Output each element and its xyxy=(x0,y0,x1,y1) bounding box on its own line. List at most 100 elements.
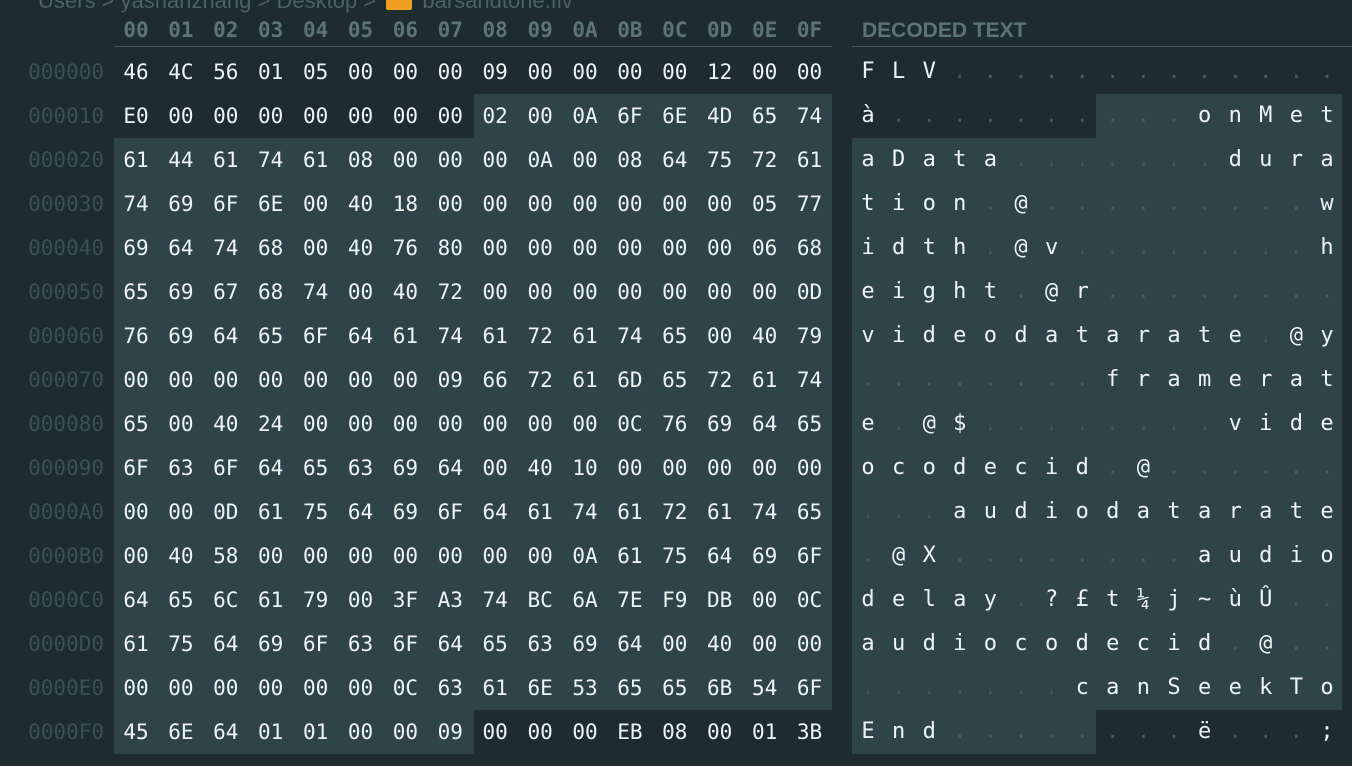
decoded-char[interactable]: c xyxy=(1006,455,1036,480)
decoded-char[interactable]: . xyxy=(1312,587,1342,612)
decoded-char[interactable]: r xyxy=(1220,499,1250,524)
decoded-char[interactable]: e xyxy=(884,587,914,612)
decoded-char[interactable]: @ xyxy=(1037,279,1067,304)
decoded-char[interactable]: d xyxy=(1220,147,1250,172)
hex-byte[interactable]: 72 xyxy=(520,324,560,348)
decoded-char[interactable]: . xyxy=(1067,103,1097,128)
decoded-char[interactable]: o xyxy=(1037,631,1067,656)
decoded-char[interactable]: . xyxy=(1251,719,1281,744)
decoded-char[interactable]: Û xyxy=(1251,587,1281,612)
decoded-char[interactable]: . xyxy=(945,543,975,568)
decoded-char[interactable]: . xyxy=(1281,719,1311,744)
hex-byte[interactable]: 09 xyxy=(430,368,470,392)
hex-byte[interactable]: 0D xyxy=(790,280,830,304)
hex-byte[interactable]: 65 xyxy=(790,412,830,436)
hex-byte[interactable]: 61 xyxy=(251,588,291,612)
hex-byte[interactable]: 6F xyxy=(296,324,336,348)
hex-byte[interactable]: 65 xyxy=(296,456,336,480)
decoded-char[interactable]: d xyxy=(1098,499,1128,524)
decoded-char[interactable]: . xyxy=(914,367,944,392)
decoded-char[interactable]: k xyxy=(1251,675,1281,700)
hex-byte[interactable]: 00 xyxy=(430,412,470,436)
hex-byte[interactable]: 12 xyxy=(700,60,740,84)
decoded-char[interactable]: . xyxy=(1251,279,1281,304)
decoded-char[interactable]: r xyxy=(1281,147,1311,172)
decoded-char[interactable]: . xyxy=(1128,279,1158,304)
decoded-char[interactable]: . xyxy=(1251,235,1281,260)
decoded-char[interactable]: . xyxy=(975,235,1005,260)
decoded-char[interactable]: . xyxy=(1006,279,1036,304)
hex-byte[interactable]: 6B xyxy=(700,676,740,700)
hex-byte[interactable]: 61 xyxy=(790,148,830,172)
hex-byte[interactable]: 0C xyxy=(385,676,425,700)
hex-byte[interactable]: 68 xyxy=(251,280,291,304)
hex-byte[interactable]: 00 xyxy=(475,412,515,436)
hex-byte[interactable]: 65 xyxy=(475,632,515,656)
hex-byte[interactable]: 61 xyxy=(116,632,156,656)
hex-byte[interactable]: 00 xyxy=(296,412,336,436)
decoded-char[interactable]: . xyxy=(1098,279,1128,304)
hex-byte[interactable]: 64 xyxy=(341,324,381,348)
decoded-char[interactable]: i xyxy=(1037,455,1067,480)
hex-byte[interactable]: 7E xyxy=(610,588,650,612)
decoded-char[interactable]: . xyxy=(1067,147,1097,172)
decoded-char[interactable]: . xyxy=(1006,103,1036,128)
decoded-char[interactable]: . xyxy=(1037,147,1067,172)
hex-byte[interactable]: 6F xyxy=(430,500,470,524)
hex-byte[interactable]: 00 xyxy=(341,368,381,392)
decoded-char[interactable]: y xyxy=(975,587,1005,612)
decoded-char[interactable]: a xyxy=(1190,499,1220,524)
decoded-char[interactable]: . xyxy=(853,543,883,568)
decoded-char[interactable]: a xyxy=(853,631,883,656)
decoded-char[interactable]: L xyxy=(884,59,914,84)
decoded-char[interactable]: . xyxy=(1006,367,1036,392)
decoded-char[interactable]: £ xyxy=(1067,587,1097,612)
decoded-char[interactable]: . xyxy=(975,719,1005,744)
hex-byte[interactable]: 00 xyxy=(700,456,740,480)
hex-byte[interactable]: 75 xyxy=(296,500,336,524)
hex-byte[interactable]: 08 xyxy=(610,148,650,172)
hex-byte[interactable]: 00 xyxy=(475,280,515,304)
decoded-char[interactable]: . xyxy=(1098,235,1128,260)
decoded-char[interactable]: n xyxy=(945,191,975,216)
decoded-char[interactable]: d xyxy=(914,323,944,348)
decoded-char[interactable]: . xyxy=(914,675,944,700)
decoded-char[interactable]: S xyxy=(1159,675,1189,700)
decoded-char[interactable]: . xyxy=(1098,103,1128,128)
hex-byte[interactable]: 65 xyxy=(610,676,650,700)
hex-byte[interactable]: 69 xyxy=(116,236,156,260)
decoded-char[interactable]: u xyxy=(884,631,914,656)
hex-byte[interactable]: 69 xyxy=(385,456,425,480)
hex-byte[interactable]: 00 xyxy=(296,676,336,700)
hex-byte[interactable]: 10 xyxy=(565,456,605,480)
decoded-char[interactable]: M xyxy=(1251,103,1281,128)
decoded-char[interactable]: . xyxy=(1128,543,1158,568)
decoded-char[interactable]: a xyxy=(1251,499,1281,524)
decoded-char[interactable]: h xyxy=(945,279,975,304)
decoded-char[interactable]: t xyxy=(1312,103,1342,128)
hex-byte[interactable]: 00 xyxy=(385,104,425,128)
hex-byte[interactable]: 00 xyxy=(700,192,740,216)
decoded-char[interactable]: a xyxy=(1128,499,1158,524)
decoded-char[interactable]: r xyxy=(1128,323,1158,348)
decoded-char[interactable]: V xyxy=(914,59,944,84)
decoded-char[interactable]: . xyxy=(1251,191,1281,216)
decoded-char[interactable]: r xyxy=(1067,279,1097,304)
hex-byte[interactable]: 24 xyxy=(251,412,291,436)
hex-byte[interactable]: 00 xyxy=(520,280,560,304)
decoded-char[interactable]: . xyxy=(1006,675,1036,700)
decoded-char[interactable]: T xyxy=(1281,675,1311,700)
decoded-char[interactable]: . xyxy=(1006,719,1036,744)
hex-byte[interactable]: 66 xyxy=(475,368,515,392)
hex-byte[interactable]: 00 xyxy=(655,236,695,260)
hex-byte[interactable]: 00 xyxy=(296,192,336,216)
hex-byte[interactable]: 61 xyxy=(251,500,291,524)
hex-byte[interactable]: 01 xyxy=(296,720,336,744)
hex-byte[interactable]: 00 xyxy=(655,192,695,216)
hex-byte[interactable]: 00 xyxy=(520,192,560,216)
decoded-char[interactable]: . xyxy=(884,103,914,128)
decoded-char[interactable]: D xyxy=(884,147,914,172)
hex-byte[interactable]: 74 xyxy=(206,236,246,260)
decoded-char[interactable]: v xyxy=(853,323,883,348)
decoded-char[interactable]: . xyxy=(1067,411,1097,436)
